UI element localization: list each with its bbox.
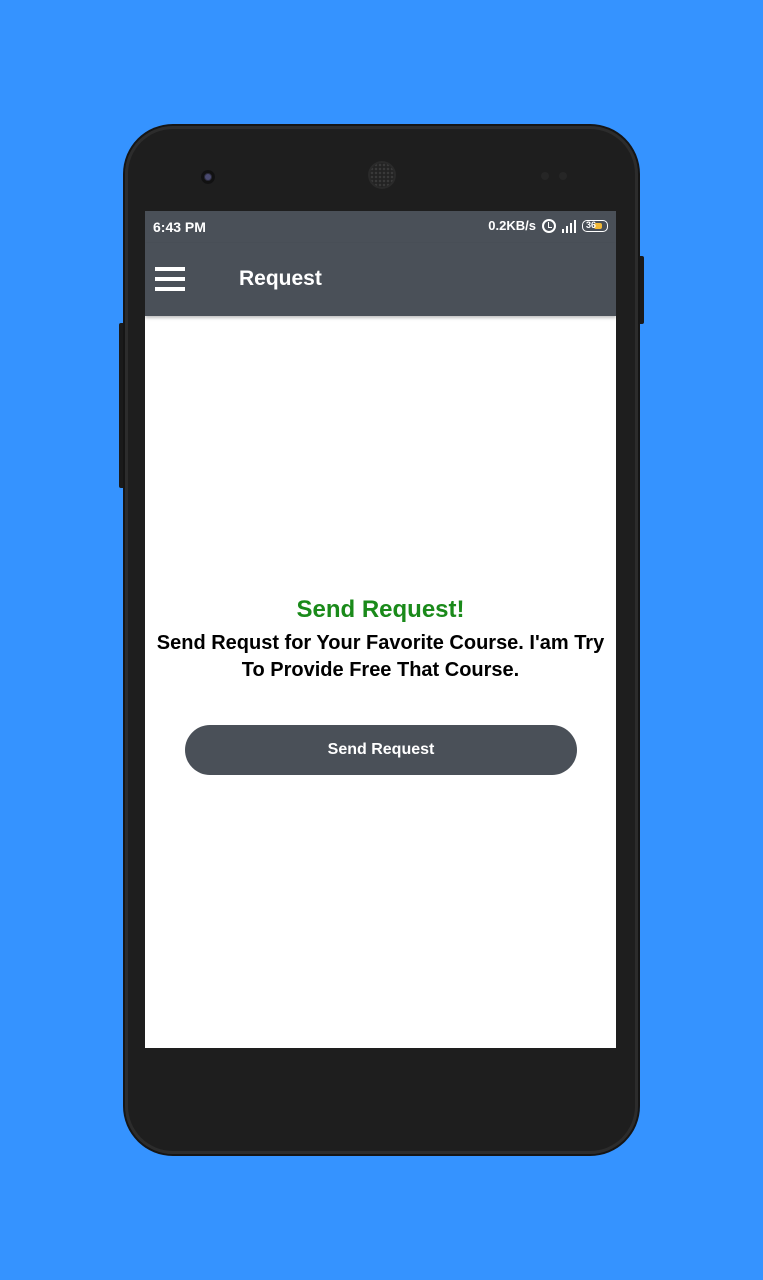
request-content: Send Request! Send Requst for Your Favor… [145, 596, 616, 684]
proximity-sensor-icon [541, 172, 549, 180]
page-title: Request [239, 267, 322, 290]
hamburger-menu-icon[interactable] [155, 267, 185, 291]
status-time: 6:43 PM [153, 219, 206, 235]
status-bar: 6:43 PM 0.2KB/s 36 [145, 211, 616, 243]
app-bar: Request [145, 243, 616, 316]
earpiece-speaker-icon [370, 163, 394, 187]
status-indicators: 0.2KB/s 36 [488, 218, 608, 233]
network-speed: 0.2KB/s [488, 218, 536, 233]
alarm-icon [542, 218, 556, 233]
front-camera-icon [201, 170, 215, 184]
phone-screen: 6:43 PM 0.2KB/s 36 Request Send Request!… [145, 211, 616, 1048]
description-text: Send Requst for Your Favorite Course. I'… [156, 632, 605, 681]
battery-level: 36 [586, 219, 597, 230]
send-request-button[interactable]: Send Request [185, 725, 577, 775]
light-sensor-icon [559, 172, 567, 180]
signal-icon [562, 219, 576, 233]
battery-icon: 36 [582, 219, 608, 232]
headline: Send Request! [296, 596, 465, 623]
